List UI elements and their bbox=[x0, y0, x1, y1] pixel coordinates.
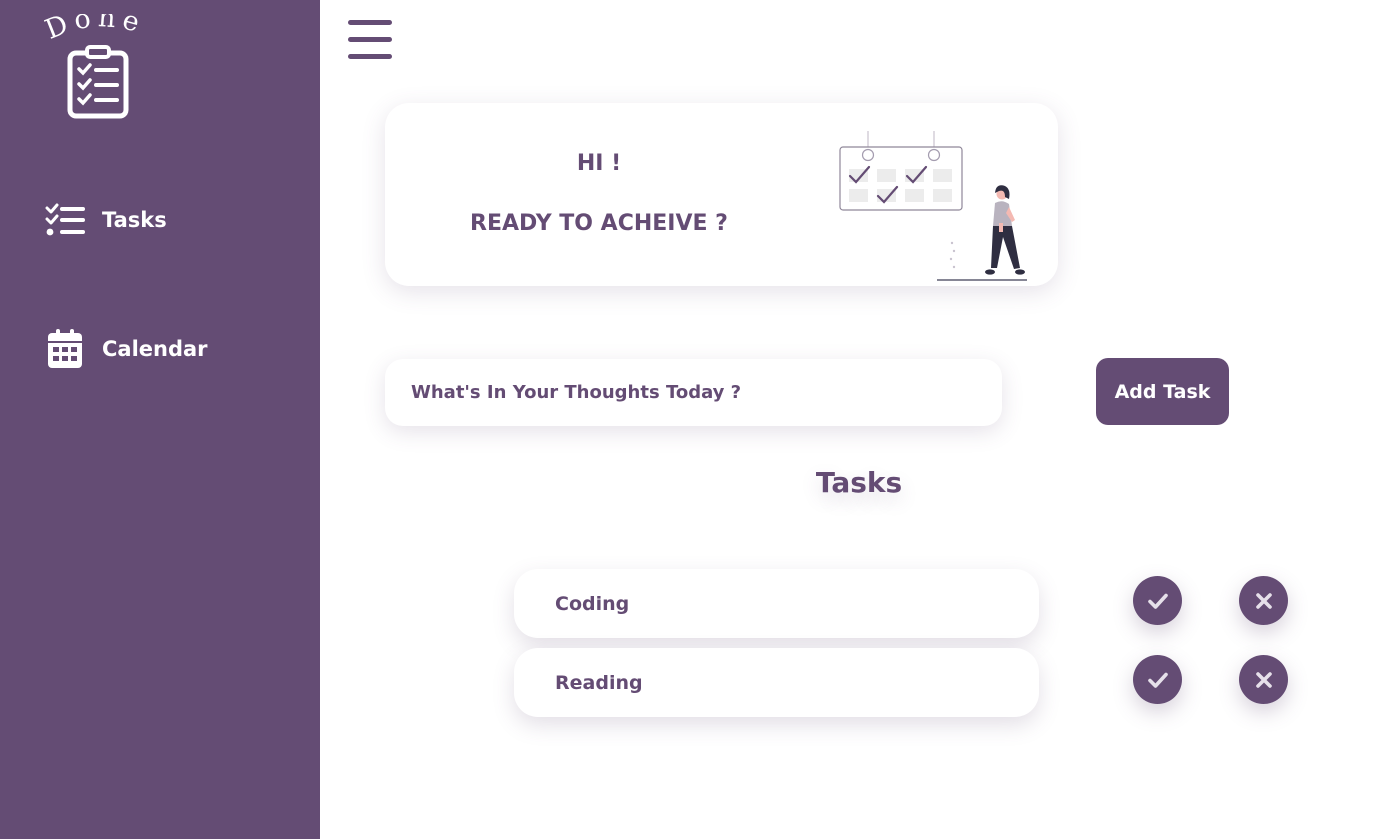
delete-task-button[interactable] bbox=[1239, 655, 1288, 704]
calendar-icon bbox=[44, 329, 86, 369]
greeting-text: HI ! bbox=[576, 151, 622, 176]
complete-task-button[interactable] bbox=[1133, 576, 1182, 625]
motivation-text: READY TO ACHEIVE ? bbox=[470, 211, 728, 236]
check-icon bbox=[1147, 672, 1168, 688]
hamburger-menu-icon[interactable] bbox=[346, 18, 394, 60]
sidebar-item-label: Tasks bbox=[102, 208, 167, 232]
task-item[interactable]: Reading bbox=[514, 648, 1039, 717]
done-logo[interactable]: Done bbox=[41, 2, 159, 122]
sidebar: Done Tasks Calendar bbox=[0, 0, 320, 839]
sidebar-item-label: Calendar bbox=[102, 337, 208, 361]
task-item[interactable]: Coding bbox=[514, 569, 1039, 638]
sidebar-item-calendar[interactable]: Calendar bbox=[44, 329, 208, 369]
complete-task-button[interactable] bbox=[1133, 655, 1182, 704]
sidebar-item-tasks[interactable]: Tasks bbox=[44, 200, 167, 240]
clipboard-logo-icon: Done bbox=[41, 2, 149, 119]
svg-text:Done: Done bbox=[44, 14, 149, 46]
close-icon bbox=[1255, 671, 1272, 688]
task-label: Reading bbox=[555, 671, 643, 694]
welcome-card: HI ! READY TO ACHEIVE ? bbox=[385, 103, 1058, 286]
delete-task-button[interactable] bbox=[1239, 576, 1288, 625]
close-icon bbox=[1255, 592, 1272, 609]
add-task-button[interactable]: Add Task bbox=[1096, 358, 1229, 425]
logo-text: Done bbox=[41, 2, 143, 46]
check-icon bbox=[1147, 593, 1168, 609]
task-list-icon bbox=[44, 200, 86, 240]
task-input[interactable] bbox=[385, 359, 1002, 426]
calendar-woman-illustration bbox=[839, 131, 1027, 281]
task-label: Coding bbox=[555, 592, 630, 615]
tasks-heading: Tasks bbox=[815, 466, 903, 499]
